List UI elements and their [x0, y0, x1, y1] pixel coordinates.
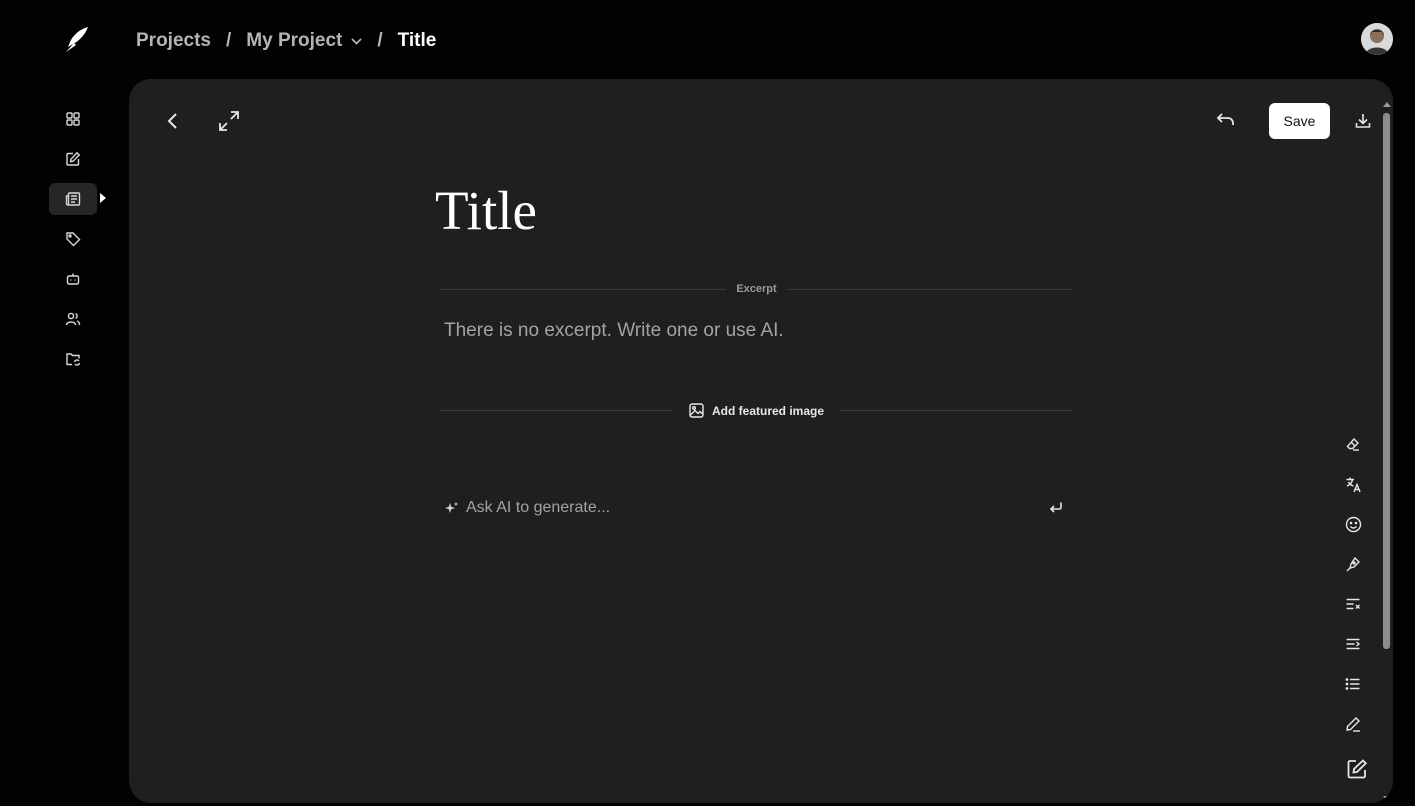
grid-icon — [65, 111, 81, 127]
excerpt-divider: Excerpt — [440, 283, 1074, 295]
quill-logo-icon[interactable] — [64, 26, 90, 54]
translate-icon[interactable] — [1343, 474, 1363, 494]
sidebar-item-users[interactable] — [49, 303, 97, 335]
sidebar-item-bots[interactable] — [49, 263, 97, 295]
breadcrumb-current: Title — [397, 30, 437, 51]
scroll-up-arrow[interactable] — [1383, 102, 1391, 107]
breadcrumb-projects[interactable]: Projects — [136, 30, 211, 52]
scrollbar[interactable] — [1381, 101, 1393, 803]
edit-square-icon[interactable] — [1345, 757, 1369, 781]
text-indent-icon[interactable] — [1343, 634, 1363, 654]
breadcrumb-project-label: My Project — [246, 30, 343, 51]
undo-icon[interactable] — [1216, 111, 1236, 134]
back-icon[interactable] — [166, 112, 180, 135]
sparkles-icon — [444, 501, 459, 516]
scroll-thumb[interactable] — [1383, 113, 1390, 649]
breadcrumb-separator: / — [225, 30, 232, 51]
sidebar-item-dashboard[interactable] — [49, 103, 97, 135]
eraser-icon[interactable] — [1343, 434, 1363, 454]
robot-icon — [65, 271, 81, 287]
sidebar-item-edit[interactable] — [49, 143, 97, 175]
editor-panel: Save Title Excerpt There is no excerpt. … — [129, 79, 1393, 803]
expand-icon[interactable] — [218, 110, 240, 137]
sidebar-item-folders[interactable] — [49, 343, 97, 375]
add-featured-image-label: Add featured image — [711, 403, 825, 418]
save-button[interactable]: Save — [1269, 103, 1330, 139]
featured-image-divider: Add featured image — [440, 403, 1073, 418]
smiley-icon[interactable] — [1343, 514, 1363, 534]
download-icon[interactable] — [1355, 112, 1371, 134]
excerpt-placeholder[interactable]: There is no excerpt. Write one or use AI… — [444, 320, 784, 342]
pen-nib-icon[interactable] — [1343, 554, 1363, 574]
ai-prompt-row — [444, 497, 1064, 519]
excerpt-label: Excerpt — [736, 283, 777, 295]
post-title[interactable]: Title — [435, 179, 537, 242]
tag-icon — [65, 231, 81, 247]
text-clear-icon[interactable] — [1343, 594, 1363, 614]
add-featured-image-button[interactable]: Add featured image — [689, 403, 824, 418]
list-icon[interactable] — [1343, 674, 1363, 694]
avatar[interactable] — [1361, 23, 1393, 55]
breadcrumb-project-dropdown[interactable]: My Project — [246, 30, 362, 52]
chevron-down-icon — [351, 37, 362, 45]
breadcrumb-separator: / — [377, 30, 383, 51]
edit-square-icon — [65, 151, 81, 167]
image-icon — [689, 403, 704, 418]
sidebar-item-tags[interactable] — [49, 223, 97, 255]
ai-prompt-input[interactable] — [466, 499, 1048, 517]
users-icon — [65, 311, 81, 327]
caret-right-icon — [100, 193, 106, 203]
sidebar-item-articles[interactable] — [49, 183, 97, 215]
breadcrumb: Projects / My Project / Title — [136, 28, 436, 54]
enter-icon[interactable] — [1048, 501, 1064, 515]
folder-sync-icon — [65, 351, 81, 367]
pencil-icon[interactable] — [1343, 714, 1363, 734]
newspaper-icon — [65, 191, 81, 207]
scroll-down-arrow[interactable] — [1383, 796, 1391, 801]
